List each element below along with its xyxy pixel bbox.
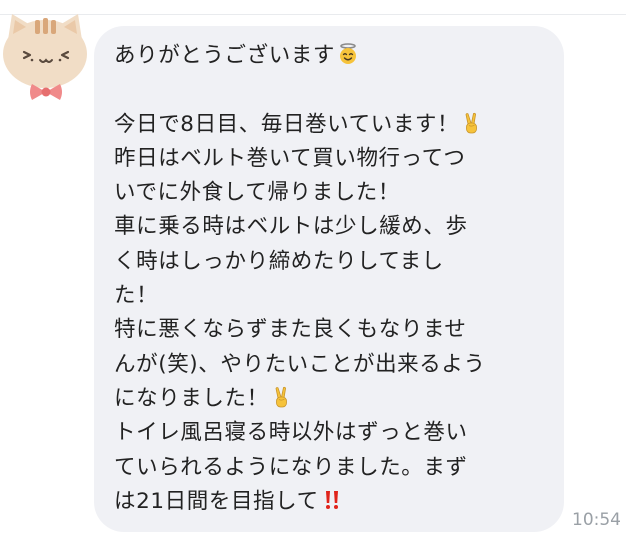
double-exclamation-icon <box>321 489 343 511</box>
message-line: トイレ風呂寝る時以外はずっと巻い <box>114 420 468 446</box>
message-line: 昨日はベルト巻いて買い物行ってつ <box>114 145 466 171</box>
message-timestamp: 10:54 <box>572 510 621 530</box>
message-line: になりました！ <box>114 382 546 416</box>
message-line: んが(笑)、やりたいことが出来るよう <box>114 351 486 377</box>
message-line: く時はしっかり締めたりしてまし <box>114 248 444 274</box>
victory-hand-icon <box>461 112 483 134</box>
cat-avatar-icon <box>3 14 87 100</box>
message-line: ありがとうございます <box>114 39 546 73</box>
message-line: た！ <box>114 283 159 309</box>
message-line: 特に悪くならずまた良くもなりませ <box>114 317 467 343</box>
message-line: 今日で8日目、毎日巻いています！ <box>114 108 546 142</box>
message-line: 車に乗る時はベルトは少し緩め、歩 <box>114 214 468 240</box>
chat-screen: ありがとうございます 今日で8日目、毎日巻いています！ 昨日はベルト巻いて買い物… <box>0 0 626 540</box>
message-line: は21日間を目指して <box>114 485 546 519</box>
message-bubble[interactable]: ありがとうございます 今日で8日目、毎日巻いています！ 昨日はベルト巻いて買い物… <box>94 26 564 532</box>
message-line: いでに外食して帰りました！ <box>114 180 401 206</box>
message-line: ていられるようになりました。まず <box>114 454 468 480</box>
avatar[interactable] <box>2 10 94 105</box>
victory-hand-icon <box>271 386 293 408</box>
message-line <box>114 73 546 107</box>
smiling-face-with-halo-icon <box>337 43 359 65</box>
